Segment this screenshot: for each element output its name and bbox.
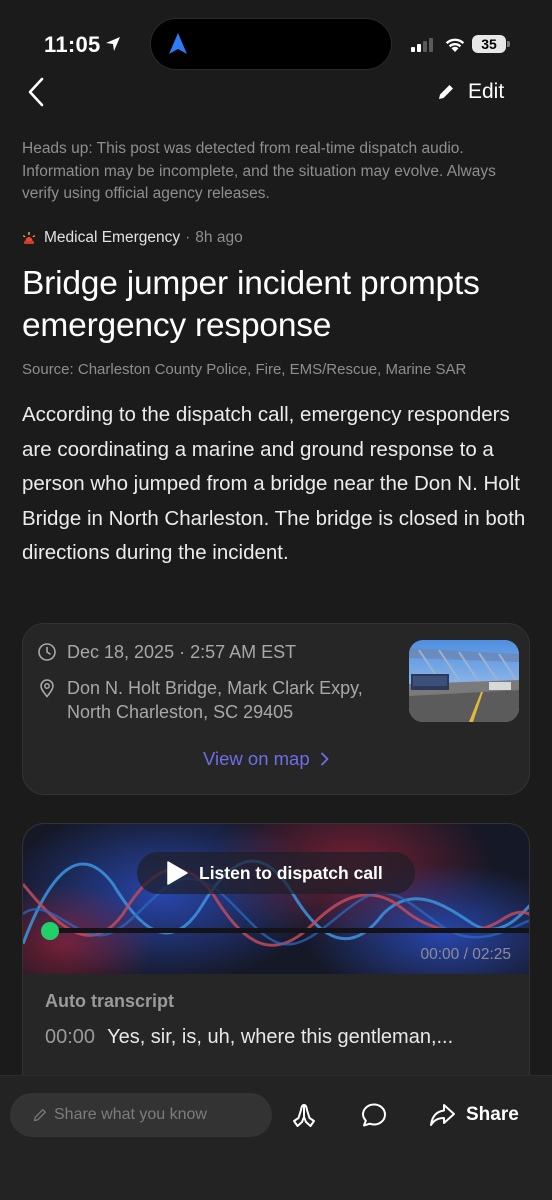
chevron-left-icon [28,77,44,107]
edit-label: Edit [468,80,505,103]
audio-progress-track[interactable] [45,928,529,933]
battery-indicator: 35 [472,35,506,53]
pencil-icon [439,85,453,99]
transcript-line[interactable]: 00:00 Yes, sir, is, uh, where this gentl… [45,1026,453,1049]
location-arrow-icon [106,37,120,51]
navigation-arrow-icon [169,33,187,54]
dispatch-disclaimer: Heads up: This post was detected from re… [22,140,496,202]
audio-waveform-visual: Listen to dispatch call 00:00 / 02:25 [23,824,529,974]
pencil-icon [33,1109,46,1122]
dispatch-audio-card: Listen to dispatch call 00:00 / 02:25 Au… [22,823,530,1103]
incident-location: Don N. Holt Bridge, Mark Clark Expy, Nor… [67,678,363,722]
screen: 11:05 35 Edit Heads up: This post was de… [0,0,552,1200]
share-placeholder: Share what you know [54,1106,207,1123]
share-what-you-know-input[interactable]: Share what you know [10,1093,272,1137]
clock: 11:05 [44,32,101,57]
status-bar: 11:05 35 [0,0,552,80]
map-pin-icon [40,679,54,698]
battery-tip [507,41,510,47]
share-label: Share [466,1104,519,1125]
bridge-photo-thumbnail[interactable] [409,640,519,722]
clock-icon [38,643,56,661]
back-button[interactable] [22,74,52,110]
post-headline: Bridge jumper incident prompts emergency… [22,265,480,344]
play-icon [167,861,188,885]
category-separator: · [185,229,191,246]
bottom-action-bar: Share what you know Share [0,1075,552,1200]
incident-location-row: Don N. Holt Bridge, Mark Clark Expy, Nor… [37,676,407,724]
comment-button[interactable] [360,1101,388,1129]
listen-dispatch-button[interactable]: Listen to dispatch call [137,852,415,894]
listen-label: Listen to dispatch call [199,862,383,883]
transcript-text: Yes, sir, is, uh, where this gentleman,.… [107,1026,454,1048]
audio-scrubber-handle[interactable] [41,922,59,940]
incident-info-card: Dec 18, 2025 · 2:57 AM EST Don N. Holt B… [22,623,530,795]
prayer-reaction-button[interactable] [290,1101,318,1129]
comment-icon [362,1103,386,1127]
dynamic-island [150,18,392,70]
share-button[interactable]: Share [428,1101,519,1129]
incident-datetime: Dec 18, 2025 · 2:57 AM EST [67,642,297,662]
transcript-heading: Auto transcript [45,991,175,1011]
category-label: Medical Emergency [44,229,181,246]
incident-datetime-row: Dec 18, 2025 · 2:57 AM EST [37,640,296,664]
cellular-signal-icon [411,38,433,52]
view-map-label: View on map [203,748,310,769]
share-arrow-icon [430,1104,455,1126]
edit-button[interactable]: Edit [436,78,504,106]
post-source: Source: Charleston County Police, Fire, … [22,361,467,378]
category-line[interactable]: Medical Emergency · 8h ago [22,229,243,247]
view-on-map-link[interactable]: View on map [203,748,330,770]
wifi-icon [445,38,465,52]
transcript-timestamp: 00:00 [45,1026,96,1048]
bridge-photo-image [409,640,519,722]
audio-time-readout: 00:00 / 02:25 [420,946,512,963]
post-body: According to the dispatch call, emergenc… [22,403,526,564]
chevron-right-icon [320,752,329,766]
emergency-siren-icon [22,232,36,244]
post-age: 8h ago [195,229,243,246]
prayer-hands-icon [293,1104,315,1127]
